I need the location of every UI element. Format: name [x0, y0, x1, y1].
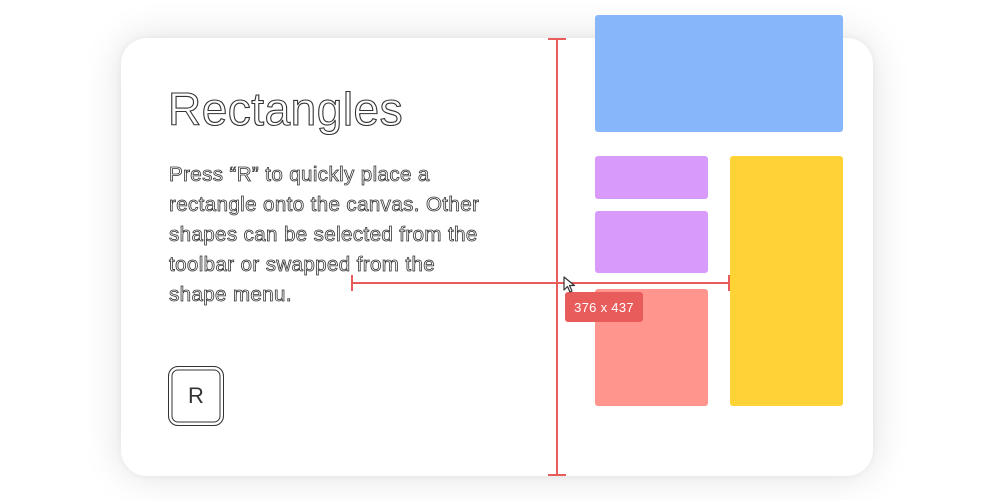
resize-cursor-icon	[563, 276, 576, 293]
vertical-measure-guide	[556, 39, 558, 476]
vertical-guide-bottom-cap	[548, 474, 566, 476]
description-line: Press “R” to quickly place a	[169, 163, 430, 187]
panel-description: Press “R” to quickly place a rectangle o…	[169, 160, 561, 310]
stage: Rectangles Press “R” to quickly place a …	[0, 0, 1000, 500]
dimension-badge: 376 x 437	[565, 292, 643, 322]
rectangle-shape-purple-top[interactable]	[595, 156, 708, 199]
panel-title: Rectangles	[167, 82, 404, 135]
rectangle-shape-yellow[interactable]	[730, 156, 843, 406]
rectangle-shape-blue[interactable]	[595, 15, 843, 132]
description-line: toolbar or swapped from the	[169, 253, 436, 277]
rectangle-shape-purple-middle[interactable]	[595, 211, 708, 273]
description-line: shapes can be selected from the	[169, 223, 478, 247]
description-line: rectangle onto the canvas. Other	[169, 193, 480, 217]
horizontal-guide-left-cap	[351, 275, 353, 291]
horizontal-guide-right-cap	[728, 275, 730, 291]
horizontal-measure-guide	[352, 282, 730, 284]
vertical-guide-top-cap	[548, 38, 566, 40]
description-line: shape menu.	[169, 283, 292, 307]
shortcut-key-badge: R	[168, 366, 224, 426]
